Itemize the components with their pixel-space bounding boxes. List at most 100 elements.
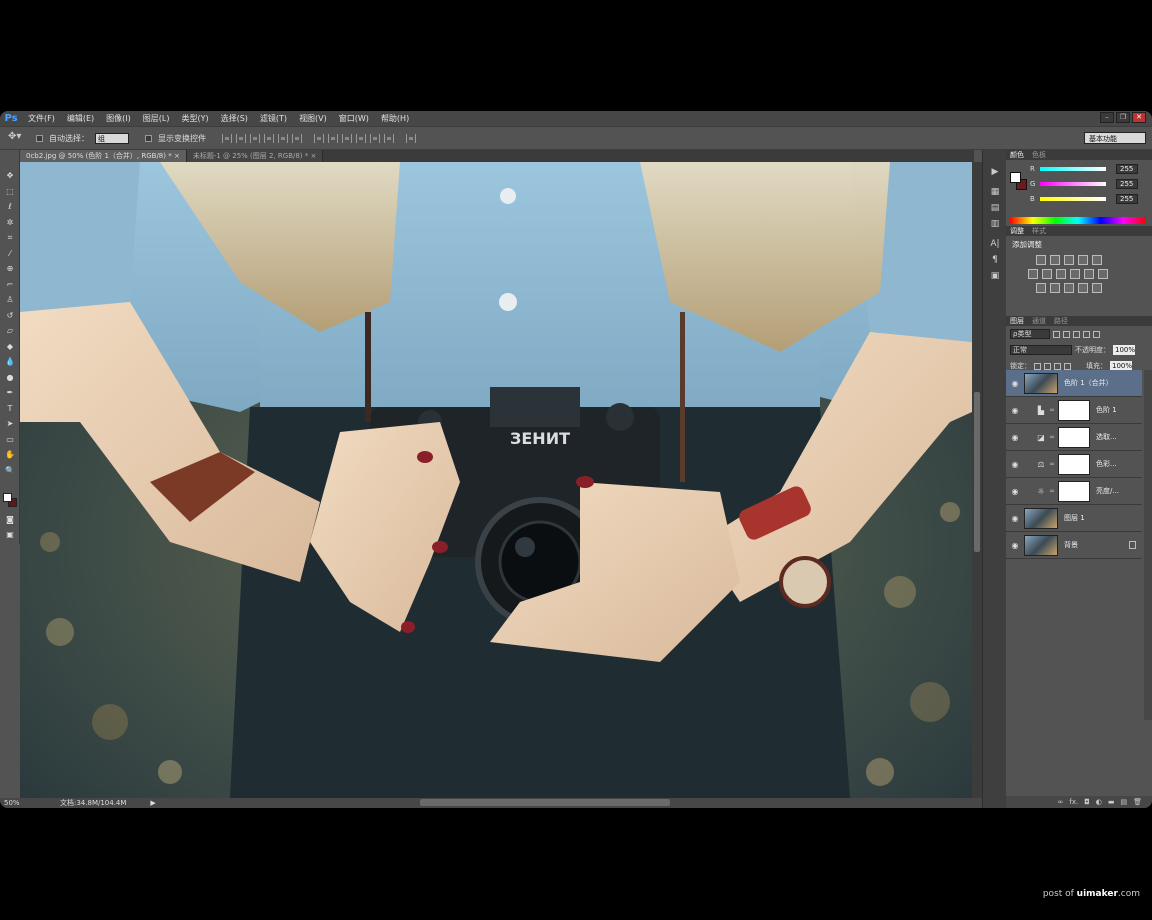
mask-link-icon[interactable]: ∞ [1048, 487, 1056, 495]
mask-link-icon[interactable]: ∞ [1048, 406, 1056, 414]
blend-mode-dropdown[interactable]: 正常 [1010, 345, 1072, 355]
hand-tool-icon[interactable]: ✋ [0, 447, 20, 463]
invert-icon[interactable] [1036, 283, 1046, 293]
black-white-icon[interactable] [1056, 269, 1066, 279]
filter-adjust-icon[interactable] [1063, 330, 1070, 338]
new-adjustment-icon[interactable]: ◐ [1096, 798, 1102, 806]
tool-presets-icon[interactable]: ▥ [983, 216, 1007, 232]
layer-row[interactable]: ◉ 背景 [1006, 532, 1142, 559]
menu-select[interactable]: 选择(S) [215, 113, 254, 124]
posterize-icon[interactable] [1050, 283, 1060, 293]
menu-help[interactable]: 帮助(H) [375, 113, 415, 124]
layer-row[interactable]: ◉ 图层 1 [1006, 505, 1142, 532]
visibility-eye-icon[interactable]: ◉ [1006, 406, 1024, 415]
align-vcenter-icon[interactable] [236, 133, 246, 143]
stamp-tool-icon[interactable]: ♙ [0, 292, 20, 308]
tab-close-icon[interactable]: × [311, 152, 317, 160]
menu-edit[interactable]: 编辑(E) [61, 113, 100, 124]
pen-tool-icon[interactable]: ✒ [0, 385, 20, 401]
screen-mode-icon[interactable]: ▣ [0, 527, 20, 543]
path-select-icon[interactable]: ➤ [0, 416, 20, 432]
lock-pixels-icon[interactable] [1044, 362, 1051, 370]
foreground-color-swatch[interactable] [3, 493, 12, 502]
tab-adjustments[interactable]: 调整 [1010, 226, 1024, 236]
visibility-eye-icon[interactable]: ◉ [1006, 487, 1024, 496]
panel-foreground-swatch[interactable] [1010, 172, 1021, 183]
selective-color-icon[interactable] [1092, 283, 1102, 293]
new-group-icon[interactable]: ▬ [1108, 798, 1115, 806]
brightness-icon[interactable] [1036, 255, 1046, 265]
visibility-eye-icon[interactable]: ◉ [1006, 541, 1024, 550]
tab-close-icon[interactable]: × [174, 152, 180, 160]
status-menu-arrow-icon[interactable]: ▶ [150, 799, 155, 807]
menu-type[interactable]: 类型(Y) [175, 113, 214, 124]
move-tool-icon[interactable]: ✥ [0, 168, 20, 184]
lock-position-icon[interactable] [1054, 362, 1061, 370]
tab-color[interactable]: 颜色 [1010, 150, 1024, 160]
distribute-hcenter-icon[interactable] [370, 133, 380, 143]
distribute-vcenter-icon[interactable] [328, 133, 338, 143]
layer-row[interactable]: ◉ ⚖ ∞ 色彩... [1006, 451, 1142, 478]
align-bottom-icon[interactable] [250, 133, 260, 143]
marquee-tool-icon[interactable]: ⬚ [0, 184, 20, 200]
document-canvas[interactable]: ЗЕНИТ [20, 162, 972, 798]
tab-paths[interactable]: 路径 [1054, 316, 1068, 326]
properties-icon[interactable]: ▤ [983, 200, 1007, 216]
visibility-eye-icon[interactable]: ◉ [1006, 514, 1024, 523]
quick-mask-icon[interactable]: ◙ [0, 512, 20, 528]
curves-icon[interactable] [1064, 255, 1074, 265]
paint-bucket-icon[interactable]: ◆ [0, 339, 20, 355]
distribute-top-icon[interactable] [314, 133, 324, 143]
layer-kind-filter[interactable]: ρ类型 [1010, 329, 1050, 339]
zoom-level[interactable]: 50% [0, 799, 22, 807]
blur-tool-icon[interactable]: 💧 [0, 354, 20, 370]
play-action-icon[interactable]: ▶ [983, 164, 1007, 180]
visibility-eye-icon[interactable]: ◉ [1006, 379, 1024, 388]
scroll-thumb[interactable] [974, 392, 980, 552]
character-icon[interactable]: A| [983, 236, 1007, 252]
align-top-icon[interactable] [222, 133, 232, 143]
layer-row[interactable]: ◉ 色阶 1（合并） [1006, 370, 1142, 397]
distribute-left-icon[interactable] [356, 133, 366, 143]
mask-link-icon[interactable]: ∞ [1048, 433, 1056, 441]
visibility-eye-icon[interactable]: ◉ [1006, 460, 1024, 469]
eyedropper-tool-icon[interactable]: ⁄ [0, 246, 20, 262]
filter-smart-icon[interactable] [1093, 330, 1100, 338]
layer-style-icon[interactable]: fx. [1069, 798, 1078, 806]
green-value[interactable]: 255 [1116, 179, 1138, 189]
color-balance-icon[interactable] [1042, 269, 1052, 279]
layer-row[interactable]: ◉ ☼ ∞ 亮度/... [1006, 478, 1142, 505]
hue-saturation-icon[interactable] [1028, 269, 1038, 279]
align-left-icon[interactable] [264, 133, 274, 143]
crop-tool-icon[interactable]: ⌗ [0, 230, 20, 246]
eraser-tool-icon[interactable]: ▱ [0, 323, 20, 339]
menu-filter[interactable]: 滤镜(T) [254, 113, 293, 124]
layer-row[interactable]: ◉ ◪ ∞ 选取... [1006, 424, 1142, 451]
tab-styles[interactable]: 样式 [1032, 226, 1046, 236]
blue-slider[interactable] [1040, 197, 1106, 201]
tab-swatches[interactable]: 色板 [1032, 150, 1046, 160]
menu-image[interactable]: 图像(I) [100, 113, 137, 124]
shape-tool-icon[interactable]: ▭ [0, 432, 20, 448]
visibility-eye-icon[interactable]: ◉ [1006, 433, 1024, 442]
auto-align-icon[interactable] [406, 133, 416, 143]
dodge-tool-icon[interactable]: ● [0, 370, 20, 386]
delete-layer-icon[interactable]: 🗑 [1133, 798, 1142, 806]
menu-file[interactable]: 文件(F) [22, 113, 61, 124]
threshold-icon[interactable] [1064, 283, 1074, 293]
paragraph-icon[interactable]: ¶ [983, 252, 1007, 268]
color-spectrum[interactable] [1010, 217, 1146, 224]
menu-view[interactable]: 视图(V) [293, 113, 333, 124]
menu-window[interactable]: 窗口(W) [333, 113, 375, 124]
channel-mixer-icon[interactable] [1084, 269, 1094, 279]
distribute-right-icon[interactable] [384, 133, 394, 143]
move-tool-preset-icon[interactable]: ✥▾ [8, 131, 30, 145]
exposure-icon[interactable] [1078, 255, 1088, 265]
levels-icon[interactable] [1050, 255, 1060, 265]
history-icon[interactable]: ▦ [983, 184, 1007, 200]
color-lookup-icon[interactable] [1098, 269, 1108, 279]
tab-channels[interactable]: 通道 [1032, 316, 1046, 326]
tab-document-2[interactable]: 未标题-1 @ 25% (图层 2, RGB/8) * × [186, 150, 324, 162]
opacity-input[interactable]: 100% [1113, 345, 1135, 355]
canvas-horizontal-scrollbar[interactable] [420, 799, 670, 806]
